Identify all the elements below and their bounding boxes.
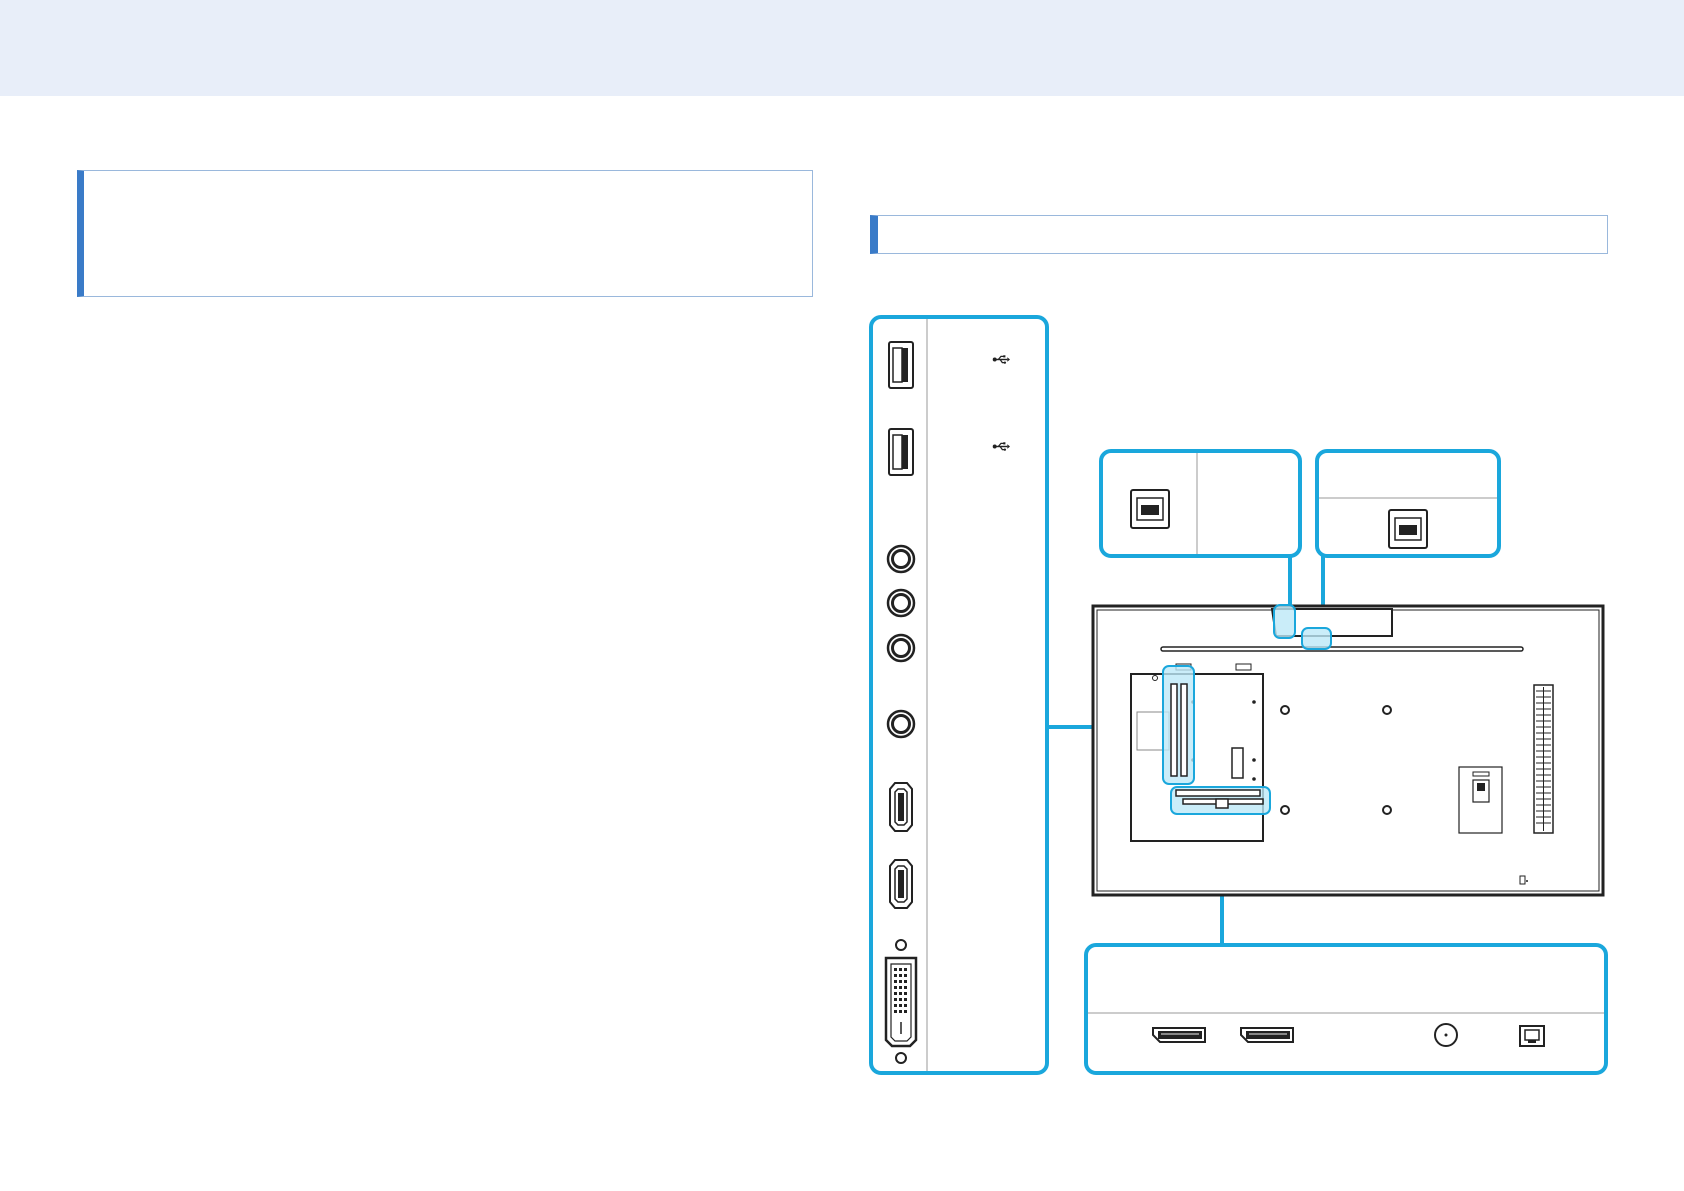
audio-jack-4	[886, 709, 916, 739]
hdmi-port-2	[889, 859, 913, 909]
audio-jack-2	[886, 588, 916, 618]
usb-a-port-1	[888, 341, 914, 389]
usb-b-port-2	[1388, 509, 1428, 549]
left-port-panel	[869, 315, 1049, 1075]
callout-bottom	[1084, 943, 1608, 1075]
monitor-rear-view	[1091, 604, 1605, 897]
hdmi-port-1	[889, 782, 913, 832]
coax-port	[1434, 1023, 1458, 1047]
displayport-2	[1240, 1027, 1294, 1043]
usb-a-port-2	[888, 428, 914, 476]
dvi-port	[884, 939, 918, 1064]
audio-jack-3	[886, 633, 916, 663]
usb-b-port-1	[1130, 489, 1170, 529]
callout-top-right	[1315, 449, 1501, 558]
lan-port	[1519, 1025, 1545, 1047]
displayport-1	[1152, 1027, 1206, 1043]
callout-top-left	[1099, 449, 1302, 558]
vent-grille	[1533, 684, 1554, 834]
audio-jack-1	[886, 544, 916, 574]
port-diagram	[869, 315, 1608, 1075]
